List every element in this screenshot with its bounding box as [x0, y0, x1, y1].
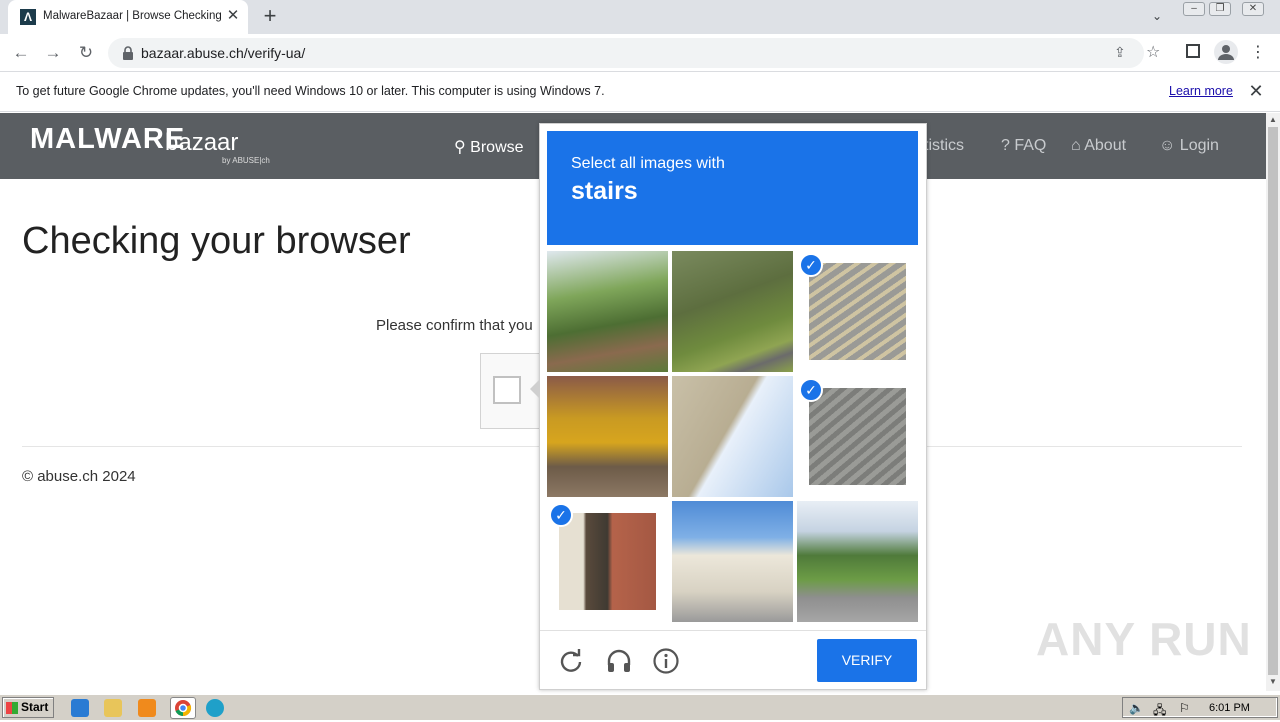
- chrome-icon: [175, 700, 192, 717]
- windows-logo-icon: [6, 702, 18, 714]
- anyrun-watermark: ANY RUN: [1036, 613, 1252, 665]
- volume-icon[interactable]: 🔈: [1129, 701, 1144, 715]
- challenge-tile-balcony-building[interactable]: [672, 376, 793, 497]
- edge-icon[interactable]: [206, 699, 224, 717]
- new-tab-icon[interactable]: +: [260, 5, 280, 27]
- copyright-footer: © abuse.ch 2024: [22, 468, 136, 485]
- challenge-tile-entrance-stairs[interactable]: ✓: [547, 501, 668, 622]
- url-text: bazaar.abuse.ch/verify-ua/: [141, 45, 306, 61]
- captcha-challenge: Select all images with stairs ✓ ✓ ✓ VERI…: [530, 123, 927, 690]
- selected-check-icon: ✓: [549, 503, 573, 527]
- refresh-icon[interactable]: [557, 647, 585, 675]
- site-favicon-icon: Λ: [20, 9, 36, 25]
- close-window-icon[interactable]: ✕: [1242, 2, 1264, 16]
- selected-check-icon: ✓: [799, 378, 823, 402]
- challenge-tile-street-houses[interactable]: [672, 501, 793, 622]
- update-infobar: To get future Google Chrome updates, you…: [0, 72, 1280, 112]
- scroll-up-icon[interactable]: ▲: [1266, 115, 1280, 125]
- tab-close-icon[interactable]: ✕: [224, 7, 242, 25]
- action-center-flag-icon[interactable]: ⚐: [1179, 701, 1190, 715]
- nav-browse-label: Browse: [470, 139, 524, 156]
- nav-about-label: About: [1084, 137, 1127, 154]
- challenge-tile-hillside-road[interactable]: [672, 251, 793, 372]
- restore-icon[interactable]: ❐: [1209, 2, 1231, 16]
- profile-avatar-icon[interactable]: [1214, 40, 1238, 64]
- tab-title: MalwareBazaar | Browse Checking y: [43, 10, 223, 22]
- start-button[interactable]: Start: [2, 697, 54, 718]
- prompt-target: stairs: [571, 177, 638, 205]
- challenge-tile-garden-path[interactable]: [547, 251, 668, 372]
- challenge-prompt: Select all images with stairs: [547, 131, 918, 245]
- browser-toolbar: ← → ↻ bazaar.abuse.ch/verify-ua/ ⇪ ☆ ⋮: [0, 34, 1280, 72]
- logo-malware[interactable]: MALWARE: [30, 123, 185, 156]
- share-icon[interactable]: ⇪: [1114, 44, 1126, 61]
- captcha-checkbox[interactable]: [493, 376, 521, 404]
- logo-bazaar[interactable]: bazaar: [165, 129, 238, 157]
- info-icon[interactable]: [652, 647, 680, 675]
- page-scrollbar[interactable]: ▲ ▼: [1266, 113, 1280, 691]
- selected-check-icon: ✓: [799, 253, 823, 277]
- nav-login[interactable]: ☺ Login: [1159, 137, 1219, 155]
- challenge-tile-yellow-shrub[interactable]: [547, 376, 668, 497]
- nav-faq-label: FAQ: [1014, 137, 1047, 154]
- verify-button[interactable]: VERIFY: [817, 639, 917, 682]
- confirm-text: Please confirm that you: [376, 317, 533, 334]
- minimize-icon[interactable]: –: [1183, 2, 1205, 16]
- logo-by-abuse: by ABUSE|ch: [222, 156, 270, 165]
- browser-tab[interactable]: Λ MalwareBazaar | Browse Checking y ✕: [8, 0, 248, 34]
- kebab-menu-icon[interactable]: ⋮: [1250, 42, 1266, 62]
- scroll-down-icon[interactable]: ▼: [1266, 677, 1280, 687]
- chrome-taskbar-button[interactable]: [170, 697, 196, 719]
- search-icon: ⚲: [454, 139, 466, 156]
- system-tray: 🔈 🖧 ⚐ 6:01 PM: [1122, 697, 1278, 718]
- tab-search-chevron-icon[interactable]: ⌄: [1152, 9, 1168, 25]
- scroll-thumb[interactable]: [1268, 127, 1278, 675]
- back-icon[interactable]: ←: [10, 42, 32, 64]
- network-icon[interactable]: 🖧: [1153, 701, 1166, 722]
- tab-strip: Λ MalwareBazaar | Browse Checking y ✕ + …: [0, 0, 1280, 34]
- media-player-icon[interactable]: [138, 699, 156, 717]
- headphones-audio-icon[interactable]: [605, 647, 633, 675]
- ie-icon[interactable]: [71, 699, 89, 717]
- reload-icon[interactable]: ↻: [75, 42, 97, 64]
- lock-icon[interactable]: [122, 46, 134, 60]
- learn-more-link[interactable]: Learn more: [1169, 84, 1233, 98]
- nav-about[interactable]: ⌂ About: [1071, 137, 1126, 155]
- challenge-tile-outdoor-stairs[interactable]: ✓: [797, 251, 918, 372]
- infobar-close-icon[interactable]: ✕: [1246, 81, 1266, 102]
- nav-browse[interactable]: ⚲ Browse: [454, 137, 524, 157]
- bookmark-star-icon[interactable]: ☆: [1146, 42, 1160, 62]
- explorer-folder-icon[interactable]: [104, 699, 122, 717]
- clock[interactable]: 6:01 PM: [1209, 702, 1250, 714]
- nav-login-label: Login: [1179, 137, 1219, 154]
- prompt-instruction: Select all images with: [571, 155, 725, 172]
- start-label: Start: [21, 700, 49, 714]
- nav-faq[interactable]: ? FAQ: [1001, 137, 1046, 155]
- address-bar[interactable]: bazaar.abuse.ch/verify-ua/ ⇪ ☆: [108, 38, 1160, 68]
- forward-icon[interactable]: →: [42, 42, 64, 64]
- challenge-tile-residential-street[interactable]: [797, 501, 918, 622]
- side-panel-icon[interactable]: [1186, 44, 1200, 58]
- challenge-pointer: [530, 379, 540, 399]
- infobar-message: To get future Google Chrome updates, you…: [16, 84, 605, 98]
- question-icon: ?: [1001, 137, 1010, 154]
- building-icon: ⌂: [1071, 137, 1081, 154]
- windows-taskbar: Start 🔈 🖧 ⚐ 6:01 PM: [0, 694, 1280, 720]
- page-title: Checking your browser: [22, 220, 411, 262]
- challenge-footer-divider: [540, 630, 926, 631]
- challenge-tile-concrete-stairs[interactable]: ✓: [797, 376, 918, 497]
- user-icon: ☺: [1159, 137, 1176, 154]
